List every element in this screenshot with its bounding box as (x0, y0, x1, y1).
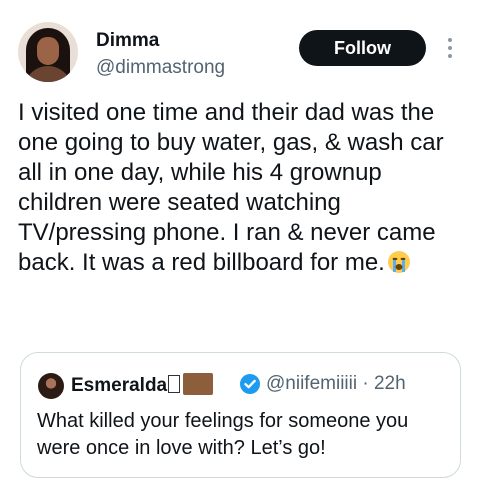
author-handle[interactable]: @dimmastrong (96, 57, 225, 79)
skin-tone-emoji-icon (183, 373, 214, 395)
tweet-body: I visited one time and their dad was the… (18, 99, 444, 276)
quoted-handle: @niifemiiiii (266, 373, 358, 394)
avatar-face (37, 37, 59, 65)
quoted-time: 22h (373, 373, 406, 394)
quoted-tweet-text: What killed your feelings for someone yo… (37, 410, 409, 459)
quoted-tweet-card[interactable]: Esmeralda @niifemiiiii · 22h What killed… (20, 352, 461, 478)
meta-separator: · (362, 373, 369, 394)
verified-badge-icon (240, 374, 260, 394)
tweet-header: Dimma @dimmastrong Follow (0, 0, 480, 96)
missing-glyph-icon (168, 375, 181, 393)
quoted-author-avatar (38, 373, 64, 399)
quoted-display-name-row: Esmeralda (71, 373, 214, 397)
author-display-name[interactable]: Dimma (96, 30, 159, 52)
tweet-text: I visited one time and their dad was the… (18, 98, 468, 278)
more-options-icon[interactable] (446, 38, 454, 62)
quoted-display-name: Esmeralda (71, 375, 168, 396)
author-avatar[interactable] (18, 22, 78, 82)
loudly-crying-face-icon (387, 251, 410, 273)
quoted-meta: @niifemiiiii · 22h (266, 373, 406, 395)
follow-button[interactable]: Follow (299, 30, 426, 66)
